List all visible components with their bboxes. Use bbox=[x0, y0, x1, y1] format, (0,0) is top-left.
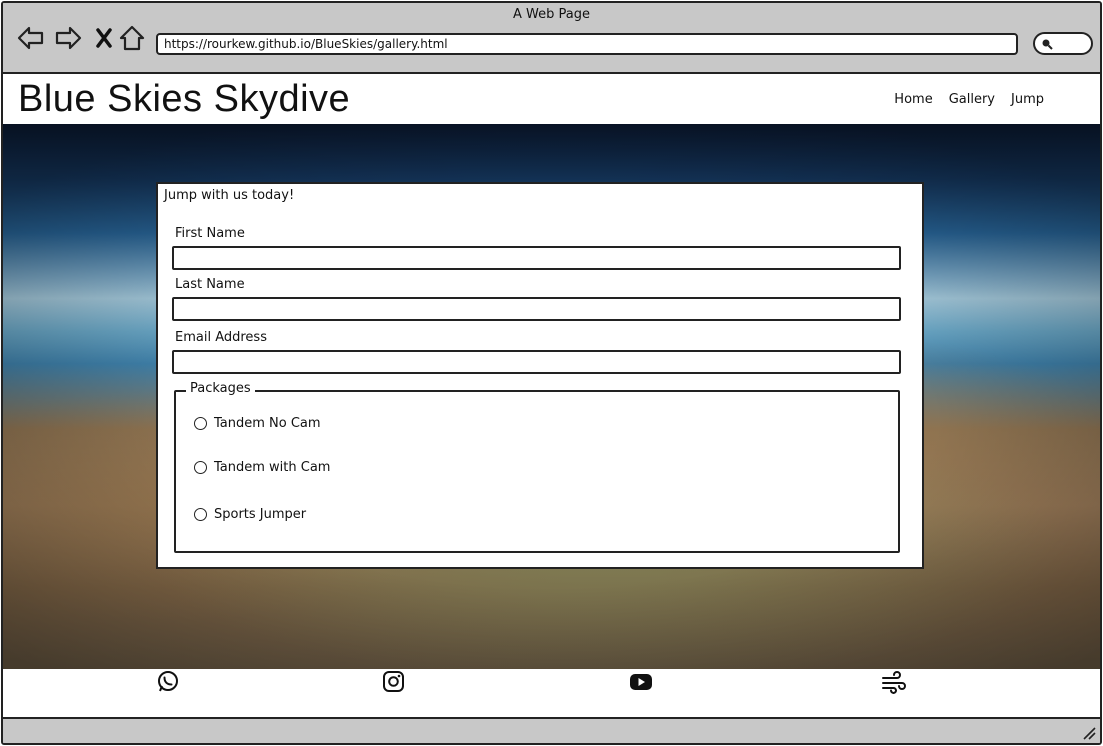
forward-arrow-icon[interactable] bbox=[53, 23, 83, 53]
radio-button[interactable] bbox=[194, 417, 207, 430]
site-header: Blue Skies Skydive Home Gallery Jump bbox=[3, 74, 1100, 124]
whatsapp-icon[interactable] bbox=[155, 669, 181, 695]
email-field[interactable] bbox=[172, 350, 901, 374]
youtube-icon[interactable] bbox=[628, 669, 654, 695]
package-label: Tandem with Cam bbox=[214, 460, 331, 475]
main-nav: Home Gallery Jump bbox=[894, 92, 1044, 107]
search-icon bbox=[1042, 39, 1053, 50]
window-title: A Web Page bbox=[513, 7, 590, 22]
browser-window: A Web Page https://rourkew.github.io/Blu… bbox=[1, 1, 1102, 745]
nav-gallery-link[interactable]: Gallery bbox=[949, 92, 995, 107]
last-name-field[interactable] bbox=[172, 297, 901, 321]
package-label: Tandem No Cam bbox=[214, 416, 321, 431]
nav-jump-link[interactable]: Jump bbox=[1011, 92, 1044, 107]
packages-legend: Packages bbox=[186, 381, 255, 396]
booking-form: Jump with us today! First Name Last Name… bbox=[156, 182, 924, 569]
radio-button[interactable] bbox=[194, 508, 207, 521]
url-bar[interactable]: https://rourkew.github.io/BlueSkies/gall… bbox=[156, 33, 1018, 55]
resize-handle-icon[interactable] bbox=[1082, 726, 1096, 740]
wind-icon[interactable] bbox=[881, 669, 907, 695]
packages-fieldset: Packages Tandem No Cam Tandem with Cam S… bbox=[174, 381, 900, 553]
first-name-field[interactable] bbox=[172, 246, 901, 270]
instagram-icon[interactable] bbox=[381, 669, 407, 695]
site-footer bbox=[3, 669, 1100, 719]
package-option-sports-jumper[interactable]: Sports Jumper bbox=[194, 507, 306, 522]
back-arrow-icon[interactable] bbox=[16, 23, 46, 53]
package-option-tandem-no-cam[interactable]: Tandem No Cam bbox=[194, 416, 321, 431]
radio-button[interactable] bbox=[194, 461, 207, 474]
nav-home-link[interactable]: Home bbox=[894, 92, 932, 107]
browser-toolbar: A Web Page https://rourkew.github.io/Blu… bbox=[3, 3, 1100, 74]
browser-search-box[interactable] bbox=[1033, 32, 1093, 55]
home-icon[interactable] bbox=[117, 23, 147, 53]
site-title: Blue Skies Skydive bbox=[18, 78, 351, 120]
last-name-label: Last Name bbox=[175, 277, 245, 292]
close-x-icon[interactable] bbox=[89, 23, 119, 53]
form-heading: Jump with us today! bbox=[164, 188, 295, 203]
first-name-label: First Name bbox=[175, 226, 245, 241]
email-label: Email Address bbox=[175, 330, 267, 345]
hero-background-image: Jump with us today! First Name Last Name… bbox=[3, 124, 1100, 669]
package-option-tandem-with-cam[interactable]: Tandem with Cam bbox=[194, 460, 330, 475]
package-label: Sports Jumper bbox=[214, 507, 307, 522]
browser-status-bar bbox=[3, 717, 1100, 743]
